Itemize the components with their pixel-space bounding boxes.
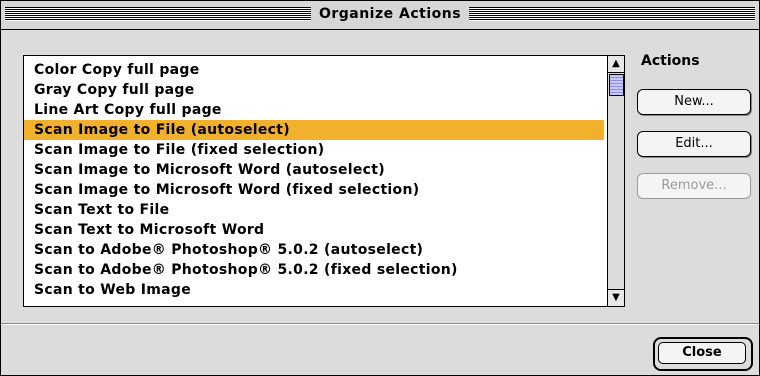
actions-heading: Actions bbox=[641, 53, 700, 69]
scroll-thumb[interactable] bbox=[609, 74, 624, 96]
list-item[interactable]: Gray Copy full page bbox=[24, 80, 604, 100]
list-item[interactable]: Color Copy full page bbox=[24, 60, 604, 80]
window-title: Organize Actions bbox=[318, 6, 462, 22]
list-item[interactable]: Scan Text to Microsoft Word bbox=[24, 220, 604, 240]
list-item[interactable]: Scan to Adobe® Photoshop® 5.0.2 (autosel… bbox=[24, 240, 604, 260]
new-action-button[interactable]: New... bbox=[637, 89, 751, 115]
scroll-up-arrow-icon[interactable]: ▲ bbox=[608, 56, 624, 73]
scroll-down-arrow-icon[interactable]: ▼ bbox=[608, 289, 624, 306]
title-stripes-left bbox=[5, 7, 311, 21]
list-item[interactable]: Scan Text to File bbox=[24, 200, 604, 220]
list-item[interactable]: Scan Image to Microsoft Word (fixed sele… bbox=[24, 180, 604, 200]
actions-list[interactable]: Color Copy full page Gray Copy full page… bbox=[23, 55, 625, 307]
footer-divider bbox=[1, 323, 759, 325]
edit-action-button[interactable]: Edit... bbox=[637, 131, 751, 157]
list-scrollbar[interactable]: ▲ ▼ bbox=[607, 56, 624, 306]
close-button-default-ring: Close bbox=[653, 337, 753, 371]
list-item[interactable]: Line Art Copy full page bbox=[24, 100, 604, 120]
list-item[interactable]: Scan Image to Microsoft Word (autoselect… bbox=[24, 160, 604, 180]
title-stripes-right bbox=[469, 7, 755, 21]
title-bar[interactable]: Organize Actions bbox=[1, 1, 759, 30]
list-item[interactable]: Scan to Adobe® Photoshop® 5.0.2 (fixed s… bbox=[24, 260, 604, 280]
organize-actions-dialog: Organize Actions Color Copy full page Gr… bbox=[0, 0, 760, 376]
list-item[interactable]: Scan Image to File (autoselect) bbox=[24, 120, 604, 140]
remove-action-button[interactable]: Remove... bbox=[637, 173, 751, 199]
actions-list-items: Color Copy full page Gray Copy full page… bbox=[24, 60, 604, 300]
list-item[interactable]: Scan to Web Image bbox=[24, 280, 604, 300]
list-item[interactable]: Scan Image to File (fixed selection) bbox=[24, 140, 604, 160]
close-button[interactable]: Close bbox=[658, 342, 746, 364]
